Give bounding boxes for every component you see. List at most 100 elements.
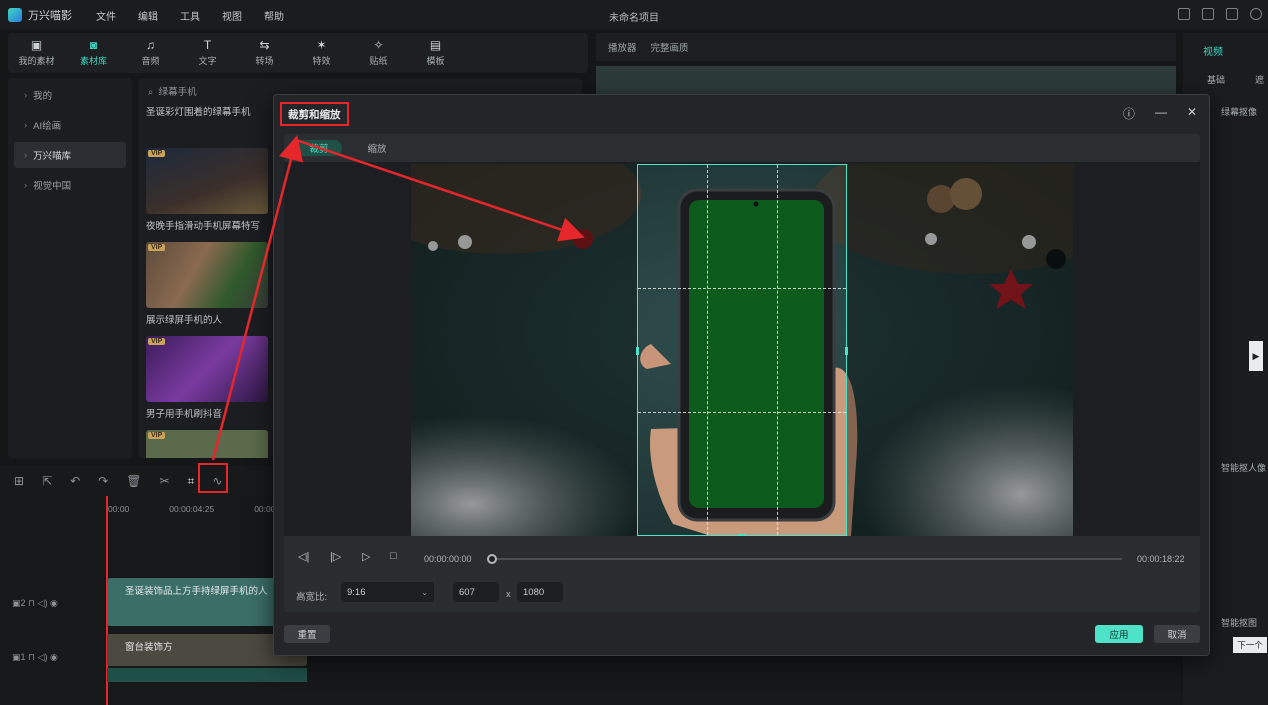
smart-cutout-person-label: 智能抠人像 <box>1221 463 1267 473</box>
text-icon: T <box>203 38 212 52</box>
window-icons <box>1178 8 1262 20</box>
list-item[interactable]: VIP 夜晚手指滑动手机屏幕特写 <box>146 148 268 232</box>
quality-select[interactable]: 完整画质 <box>651 40 689 54</box>
title-bar: 万兴喵影 文件 编辑 工具 视图 帮助 未命名项目 <box>0 0 1268 30</box>
list-item[interactable]: VIP <box>146 430 268 458</box>
crop-stage <box>284 162 1200 536</box>
undo-icon[interactable]: ↶ <box>70 474 80 488</box>
tool-transition[interactable]: ⇆ 转场 <box>236 33 293 73</box>
tool-template[interactable]: ▤ 模板 <box>407 33 464 73</box>
close-icon[interactable]: ✕ <box>1187 105 1197 122</box>
sticker-icon: ✧ <box>373 38 384 52</box>
effects-icon: ✶ <box>316 38 327 52</box>
player-label: 播放器 <box>608 43 637 54</box>
crop-mask-left <box>411 164 637 536</box>
play-side-icon[interactable]: ▶ <box>1249 341 1263 371</box>
template-icon: ▤ <box>429 38 442 52</box>
list-item[interactable]: VIP 展示绿屏手机的人 <box>146 242 268 326</box>
track-2-controls: ▣2 ⊓ ◁) ◉ <box>12 598 58 608</box>
menu-edit[interactable]: 编辑 <box>138 8 158 23</box>
tool-library[interactable]: ◙ 素材库 <box>65 33 122 73</box>
nav-wondershare-library[interactable]: 万兴喵库 <box>14 142 126 168</box>
tool-audio[interactable]: ♫ 音频 <box>122 33 179 73</box>
ratio-label: 高宽比: <box>296 592 328 603</box>
menu-file[interactable]: 文件 <box>96 8 116 23</box>
menu-help[interactable]: 帮助 <box>264 8 284 23</box>
tool-text[interactable]: T 文字 <box>179 33 236 73</box>
current-time: 00:00:00:00 <box>424 554 472 564</box>
search-input[interactable]: ⌕ 绿幕手机 <box>148 84 197 98</box>
video-clip-1[interactable]: 圣诞装饰品上方手持绿屏手机的人 <box>107 578 277 626</box>
dialog-title: 裁剪和缩放 <box>280 102 349 126</box>
dialog-window-controls: ⓘ — ✕ <box>1123 105 1197 122</box>
crop-handle-left[interactable] <box>636 347 639 355</box>
tool-effects[interactable]: ✶ 特效 <box>293 33 350 73</box>
app-name: 万兴喵影 <box>28 10 72 22</box>
tab-mask[interactable]: 遮 <box>1255 73 1264 86</box>
play-icon[interactable]: ▷ <box>362 550 370 563</box>
chevron-down-icon: ⌄ <box>421 587 428 597</box>
nav-vcg[interactable]: 视觉中国 <box>14 172 126 198</box>
headset-icon[interactable] <box>1250 8 1262 20</box>
crop-mask-right <box>847 164 1073 536</box>
nav-ai-paint[interactable]: AI绘画 <box>14 112 126 138</box>
video-thumbnail: VIP <box>146 242 268 308</box>
layout-icon[interactable] <box>1178 8 1190 20</box>
apply-button[interactable]: 应用 <box>1095 625 1143 643</box>
tool-sticker[interactable]: ✧ 贴纸 <box>350 33 407 73</box>
crop-handle-right[interactable] <box>845 347 848 355</box>
video-thumbnail: VIP <box>146 336 268 402</box>
tool-my-assets[interactable]: ▣ 我的素材 <box>8 33 65 73</box>
search-icon: ⌕ <box>148 87 154 98</box>
cancel-button[interactable]: 取消 <box>1154 625 1200 643</box>
redo-icon[interactable]: ↷ <box>98 474 108 488</box>
crop-icon[interactable]: ⌗ <box>188 474 195 489</box>
timeline-toolbar: ⊞ ⇱ ↶ ↷ 🗑 ✂ ⌗ ∿ <box>0 466 280 496</box>
menu-view[interactable]: 视图 <box>222 8 242 23</box>
music-note-icon: ♫ <box>146 38 155 52</box>
player-bar: 播放器 完整画质 <box>596 33 1176 61</box>
transition-icon: ⇆ <box>259 38 270 52</box>
menu-tools[interactable]: 工具 <box>180 8 200 23</box>
next-tooltip[interactable]: 下一个 <box>1233 637 1267 653</box>
video-thumbnail: VIP <box>146 430 268 458</box>
tab-basic[interactable]: 基础 <box>1207 73 1225 86</box>
delete-icon[interactable]: 🗑 <box>126 474 141 488</box>
cut-icon[interactable]: ✂ <box>159 474 169 488</box>
track-1-controls: ▣1 ⊓ ◁) ◉ <box>12 652 58 662</box>
save-icon[interactable] <box>1202 8 1214 20</box>
list-item[interactable]: VIP 男子用手机刷抖音 <box>146 336 268 420</box>
audio-waveform <box>107 668 307 682</box>
library-nav: 我的 AI绘画 万兴喵库 视觉中国 <box>8 78 132 458</box>
app-logo <box>8 8 22 22</box>
height-input[interactable]: 1080 <box>517 582 563 602</box>
stop-icon[interactable]: □ <box>390 550 397 562</box>
list-item[interactable]: 圣诞彩灯围着的绿幕手机 <box>146 100 268 118</box>
reset-button[interactable]: 重置 <box>284 625 330 643</box>
picture-icon: ▣ <box>30 38 43 52</box>
seek-knob[interactable] <box>487 554 497 564</box>
ratio-select[interactable]: 9:16 ⌄ <box>341 582 434 602</box>
cloud-icon[interactable] <box>1226 8 1238 20</box>
menu-bar: 文件 编辑 工具 视图 帮助 <box>96 8 284 23</box>
prev-frame-icon[interactable]: ◁| <box>298 550 309 563</box>
grid-icon[interactable]: ⊞ <box>14 474 24 488</box>
chroma-key-label: 绿幕抠像 <box>1221 107 1258 117</box>
dialog-tabs: 裁剪 缩放 <box>284 134 1200 162</box>
nav-mine[interactable]: 我的 <box>14 82 126 108</box>
minimize-icon[interactable]: — <box>1155 105 1167 122</box>
help-icon[interactable]: ⓘ <box>1123 105 1135 122</box>
tab-video[interactable]: 视频 <box>1203 43 1223 58</box>
select-icon[interactable]: ⇱ <box>42 474 52 488</box>
next-frame-icon[interactable]: |▷ <box>330 550 341 563</box>
crop-zoom-dialog: 裁剪和缩放 ⓘ — ✕ 裁剪 缩放 ◁| |▷ ▷ □ 00:00:00:00 … <box>273 94 1210 656</box>
playback-controls: ◁| |▷ ▷ □ 00:00:00:00 00:00:18:22 高宽比: 9… <box>284 536 1200 612</box>
seek-bar[interactable] <box>492 558 1122 560</box>
total-time: 00:00:18:22 <box>1137 554 1185 564</box>
tab-zoom[interactable]: 缩放 <box>356 140 398 156</box>
tab-crop[interactable]: 裁剪 <box>296 140 342 156</box>
width-input[interactable]: 607 <box>453 582 499 602</box>
crop-box[interactable] <box>636 164 848 536</box>
video-thumbnail: VIP <box>146 148 268 214</box>
crop-tool-highlight <box>198 463 228 493</box>
